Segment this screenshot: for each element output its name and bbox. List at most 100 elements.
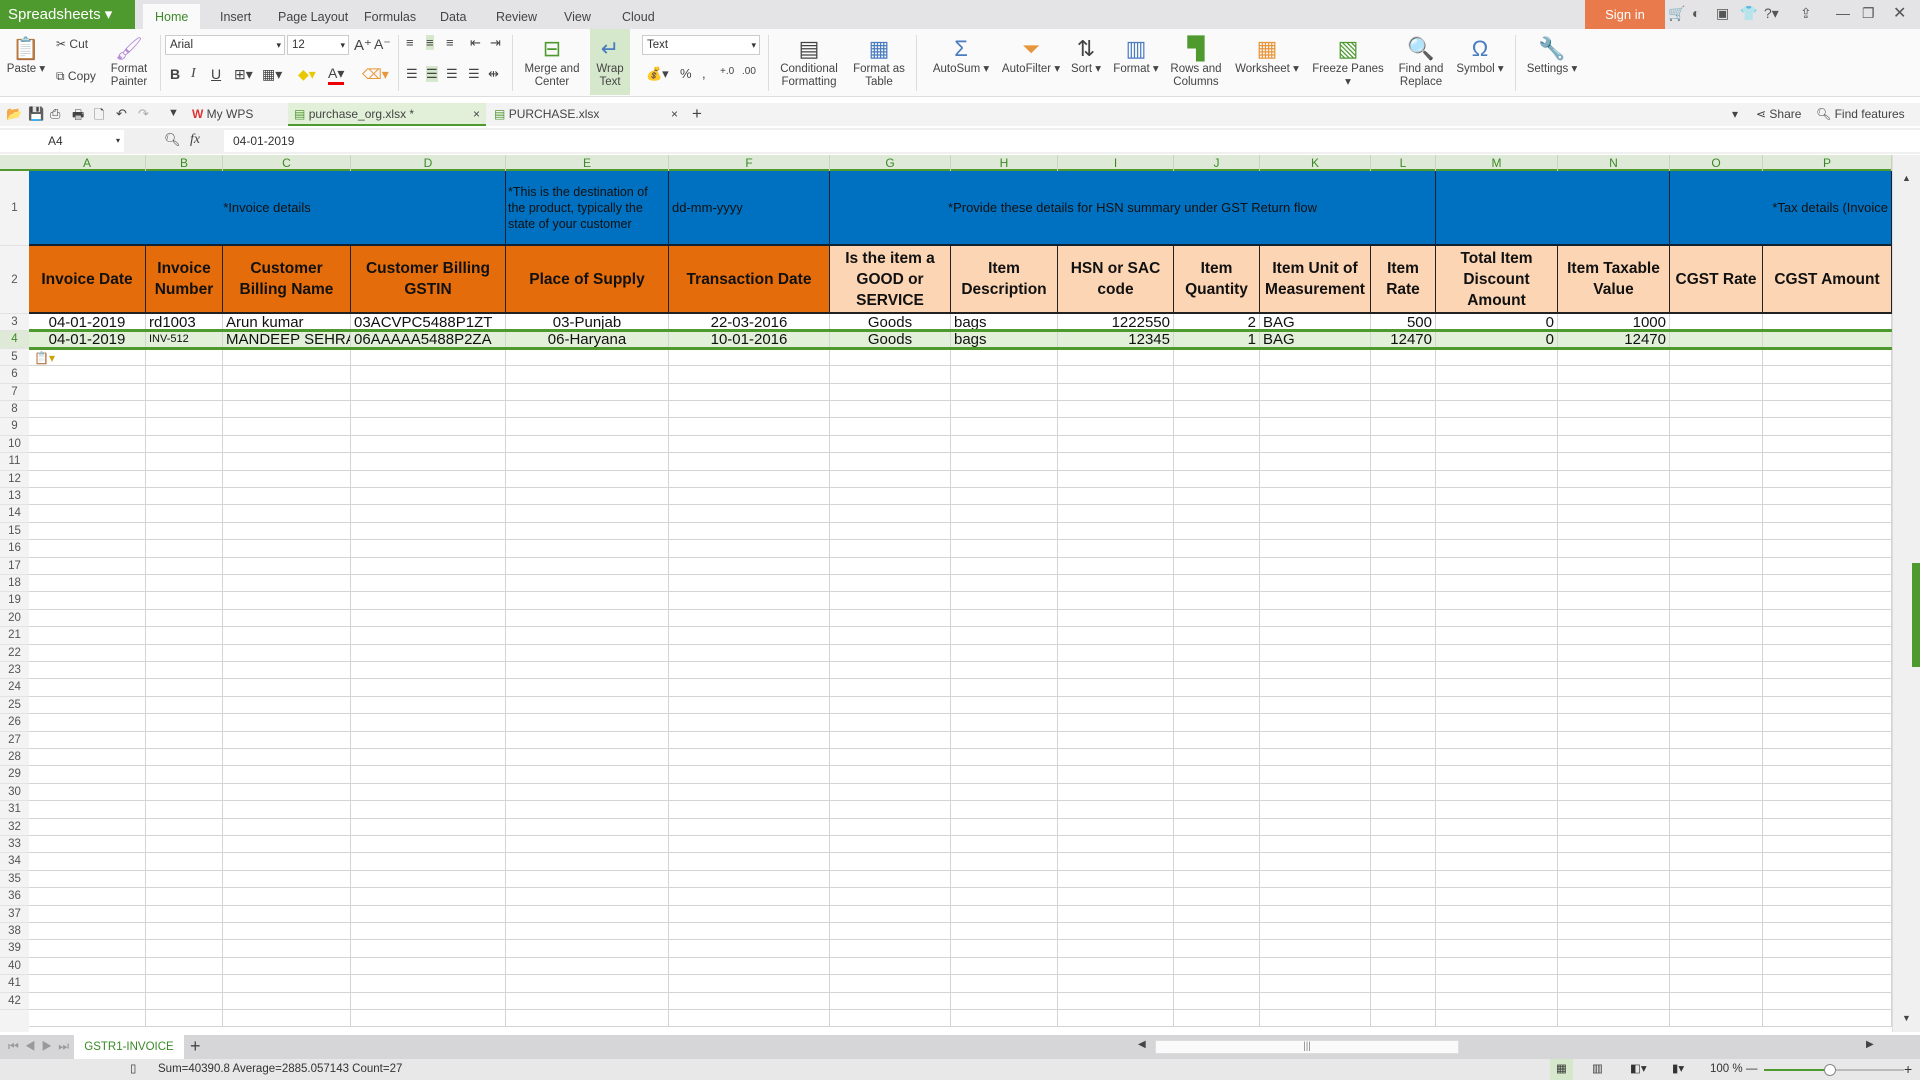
row-header-10[interactable]: 10 xyxy=(0,436,29,454)
empty-cell[interactable] xyxy=(1436,401,1558,419)
export-pdf-icon[interactable]: ⎙ xyxy=(50,106,60,122)
row-header-26[interactable]: 26 xyxy=(0,714,29,732)
empty-cell[interactable] xyxy=(29,766,146,784)
empty-cell[interactable] xyxy=(1174,557,1260,575)
empty-cell[interactable] xyxy=(1763,540,1892,558)
empty-cell[interactable] xyxy=(351,644,506,662)
row-header-8[interactable]: 8 xyxy=(0,401,29,419)
print-preview-icon[interactable]: 🗋 xyxy=(94,106,104,128)
empty-cell[interactable] xyxy=(951,592,1058,610)
data-cell[interactable]: 06-Haryana xyxy=(506,331,669,349)
column-title[interactable]: Item Taxable Value xyxy=(1558,246,1670,314)
empty-cell[interactable] xyxy=(830,940,951,958)
empty-cell[interactable] xyxy=(951,383,1058,401)
empty-cell[interactable] xyxy=(1670,592,1763,610)
print-icon[interactable]: 🖶 xyxy=(72,106,84,128)
row-header-42[interactable]: 42 xyxy=(0,993,29,1010)
empty-cell[interactable] xyxy=(1558,540,1670,558)
row-header-11[interactable]: 11 xyxy=(0,453,29,471)
empty-cell[interactable] xyxy=(1436,575,1558,593)
empty-cell[interactable] xyxy=(1436,418,1558,436)
empty-cell[interactable] xyxy=(951,714,1058,732)
empty-cell[interactable] xyxy=(1058,644,1174,662)
column-header-d[interactable]: D xyxy=(351,155,506,171)
empty-cell[interactable] xyxy=(1670,522,1763,541)
empty-cell[interactable] xyxy=(223,731,351,749)
empty-cell[interactable] xyxy=(1260,714,1371,732)
sort-button[interactable]: ⇅ Sort ▾ xyxy=(1068,29,1104,76)
empty-cell[interactable] xyxy=(351,662,506,680)
empty-cell[interactable] xyxy=(830,575,951,593)
empty-cell[interactable] xyxy=(1174,1010,1260,1028)
empty-cell[interactable] xyxy=(830,818,951,836)
empty-cell[interactable] xyxy=(1436,957,1558,976)
empty-cell[interactable] xyxy=(1558,366,1670,384)
empty-cell[interactable] xyxy=(951,679,1058,697)
empty-cell[interactable] xyxy=(29,870,146,889)
empty-cell[interactable] xyxy=(351,749,506,767)
empty-cell[interactable] xyxy=(146,836,223,854)
empty-cell[interactable] xyxy=(1371,470,1436,488)
empty-cell[interactable] xyxy=(1371,627,1436,645)
empty-cell[interactable] xyxy=(1058,679,1174,697)
empty-cell[interactable] xyxy=(1174,366,1260,384)
empty-cell[interactable] xyxy=(146,401,223,419)
empty-cell[interactable] xyxy=(830,957,951,976)
empty-cell[interactable] xyxy=(1058,505,1174,523)
data-cell[interactable]: INV-512 xyxy=(146,331,223,349)
empty-cell[interactable] xyxy=(29,609,146,628)
row-header-34[interactable]: 34 xyxy=(0,853,29,871)
empty-cell[interactable] xyxy=(506,679,669,697)
empty-cell[interactable] xyxy=(1670,383,1763,401)
empty-cell[interactable] xyxy=(1174,522,1260,541)
data-cell[interactable]: 22-03-2016 xyxy=(669,314,830,332)
row-header-18[interactable]: 18 xyxy=(0,575,29,593)
empty-cell[interactable] xyxy=(1260,940,1371,958)
empty-cell[interactable] xyxy=(351,923,506,941)
empty-cell[interactable] xyxy=(1763,383,1892,401)
empty-cell[interactable] xyxy=(351,696,506,715)
empty-cell[interactable] xyxy=(669,888,830,906)
empty-cell[interactable] xyxy=(1558,609,1670,628)
empty-cell[interactable] xyxy=(669,662,830,680)
empty-cell[interactable] xyxy=(146,470,223,488)
empty-cell[interactable] xyxy=(1260,505,1371,523)
column-header-k[interactable]: K xyxy=(1260,155,1371,171)
scroll-up-icon[interactable]: ▲ xyxy=(1902,173,1911,183)
empty-cell[interactable] xyxy=(1436,888,1558,906)
empty-cell[interactable] xyxy=(1371,383,1436,401)
empty-cell[interactable] xyxy=(669,870,830,889)
empty-cell[interactable] xyxy=(1058,696,1174,715)
empty-cell[interactable] xyxy=(506,888,669,906)
empty-cell[interactable] xyxy=(1174,401,1260,419)
decrease-decimal-icon[interactable]: .00 xyxy=(742,66,756,77)
empty-cell[interactable] xyxy=(29,383,146,401)
empty-cell[interactable] xyxy=(1558,435,1670,454)
empty-cell[interactable] xyxy=(951,348,1058,367)
empty-cell[interactable] xyxy=(29,592,146,610)
empty-cell[interactable] xyxy=(351,592,506,610)
row-header-6[interactable]: 6 xyxy=(0,366,29,384)
empty-cell[interactable] xyxy=(1058,435,1174,454)
data-cell[interactable] xyxy=(1670,331,1763,349)
empty-cell[interactable] xyxy=(1058,592,1174,610)
empty-cell[interactable] xyxy=(1763,870,1892,889)
empty-cell[interactable] xyxy=(669,348,830,367)
column-title[interactable]: CGST Rate xyxy=(1670,246,1763,314)
paste-button[interactable]: 📋 Paste ▾ xyxy=(6,29,46,76)
sheet-tab-gstr1-invoice[interactable]: GSTR1-INVOICE xyxy=(74,1035,184,1059)
empty-cell[interactable] xyxy=(1558,627,1670,645)
empty-cell[interactable] xyxy=(1260,418,1371,436)
empty-cell[interactable] xyxy=(146,522,223,541)
empty-cell[interactable] xyxy=(29,940,146,958)
formula-input[interactable]: 04-01-2019 xyxy=(224,130,1920,152)
empty-cell[interactable] xyxy=(223,836,351,854)
normal-view-icon[interactable]: ▦ xyxy=(1550,1059,1573,1080)
underline-button[interactable]: U xyxy=(211,66,221,82)
blank-header[interactable] xyxy=(1436,171,1670,246)
column-title[interactable]: Item Description xyxy=(951,246,1058,314)
empty-cell[interactable] xyxy=(506,905,669,923)
conditional-formatting-button[interactable]: ▤ Conditional Formatting xyxy=(774,29,844,89)
row-header-16[interactable]: 16 xyxy=(0,540,29,558)
empty-cell[interactable] xyxy=(1670,696,1763,715)
